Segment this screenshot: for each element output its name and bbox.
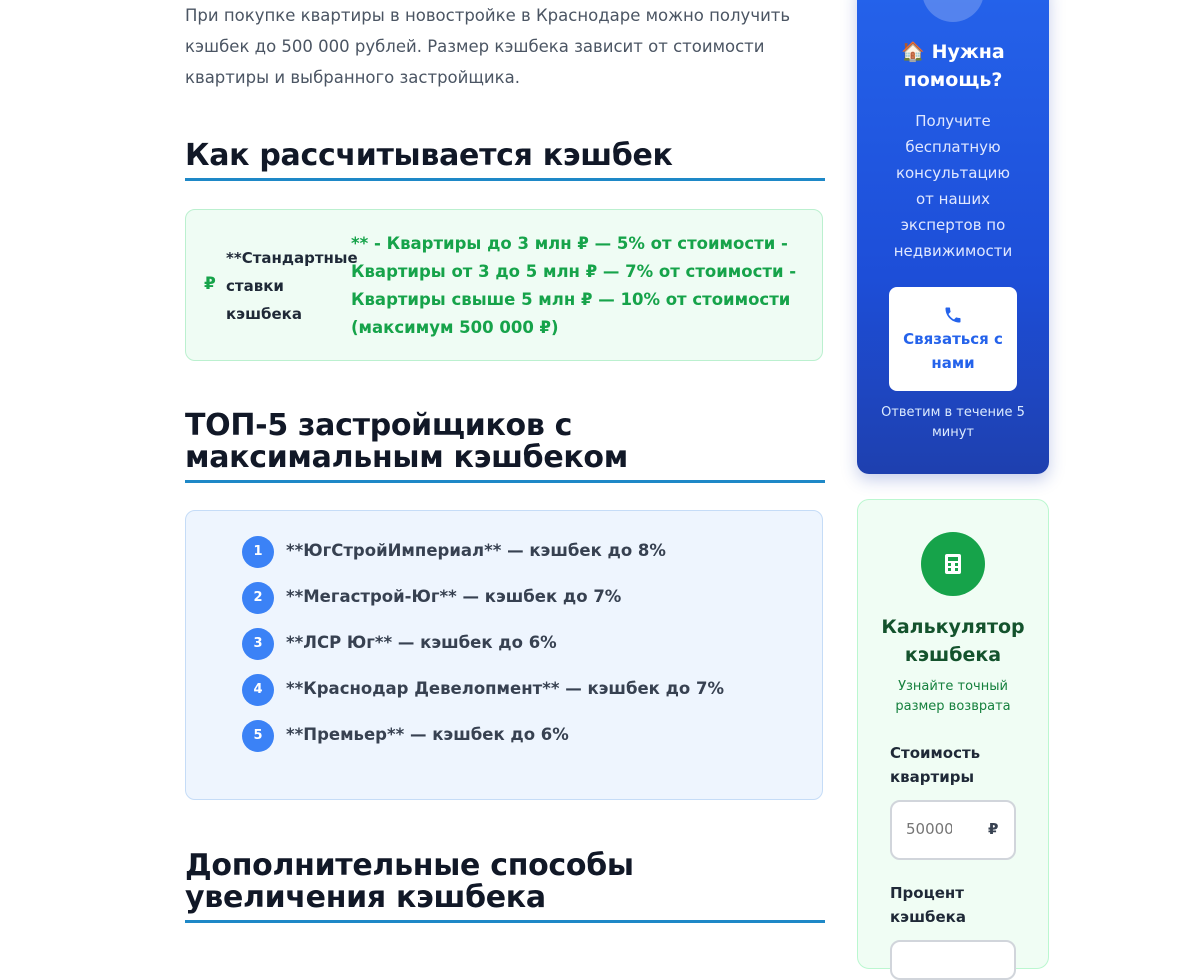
- house-icon: 🏠: [901, 41, 925, 63]
- cost-field: ₽: [890, 800, 1016, 860]
- calculator-subtitle: Узнайте точный размер возврата: [895, 679, 1011, 714]
- number-badge: 5: [242, 720, 274, 752]
- developer-text: **ЛСР Юг** — кэшбек до 6%: [286, 633, 557, 652]
- developer-text: **Краснодар Девелопмент** — кэшбек до 7%: [286, 679, 725, 698]
- number-badge: 3: [242, 628, 274, 660]
- developer-text: **Премьер** — кэшбек до 6%: [286, 725, 569, 744]
- ruble-icon: ₽: [204, 274, 216, 294]
- help-title: 🏠 Нужна помощь?: [901, 41, 1005, 91]
- developer-text: **ЮгСтройИмпериал** — кэшбек до 8%: [286, 541, 666, 560]
- calculator-icon: [921, 532, 985, 596]
- percent-label: Процент кэшбека: [890, 884, 966, 926]
- rates-callout: ₽ **Стандартные ставки кэшбека ** - Квар…: [185, 209, 823, 361]
- chat-icon: [922, 0, 984, 22]
- rates-label: **Стандартные ставки кэшбека: [226, 249, 358, 323]
- cost-label: Стоимость квартиры: [890, 744, 981, 786]
- response-time-note: Ответим в течение 5 минут: [881, 405, 1025, 440]
- percent-select[interactable]: [890, 940, 1016, 980]
- developer-text: **Мегастрой-Юг** — кэшбек до 7%: [286, 587, 622, 606]
- help-card: 🏠 Нужна помощь? Получите бесплатную конс…: [857, 0, 1049, 474]
- help-description: Получите бесплатную консультацию от наши…: [893, 112, 1013, 260]
- contact-button-label: Связаться с нами: [903, 330, 1003, 372]
- contact-button[interactable]: Связаться с нами: [889, 287, 1017, 391]
- rates-text: ** - Квартиры до 3 млн ₽ — 5% от стоимос…: [351, 234, 797, 337]
- section-title-top-developers: ТОП-5 застройщиков с максимальным кэшбек…: [185, 410, 825, 483]
- currency-suffix: ₽: [988, 820, 999, 838]
- section-title-calculation: Как рассчитывается кэшбек: [185, 140, 825, 181]
- intro-paragraph: При покупке квартиры в новостройке в Кра…: [185, 6, 791, 87]
- number-badge: 1: [242, 536, 274, 568]
- calculator-card: Калькулятор кэшбека Узнайте точный разме…: [857, 499, 1049, 980]
- number-badge: 4: [242, 674, 274, 706]
- section-title-extra-ways: Дополнительные способы увеличения кэшбек…: [185, 850, 825, 923]
- calculator-title: Калькулятор кэшбека: [881, 616, 1025, 666]
- top-developers-list: 1 **ЮгСтройИмпериал** — кэшбек до 8% 2 *…: [185, 510, 823, 800]
- phone-icon: [945, 307, 961, 323]
- cost-input[interactable]: [906, 820, 952, 838]
- number-badge: 2: [242, 582, 274, 614]
